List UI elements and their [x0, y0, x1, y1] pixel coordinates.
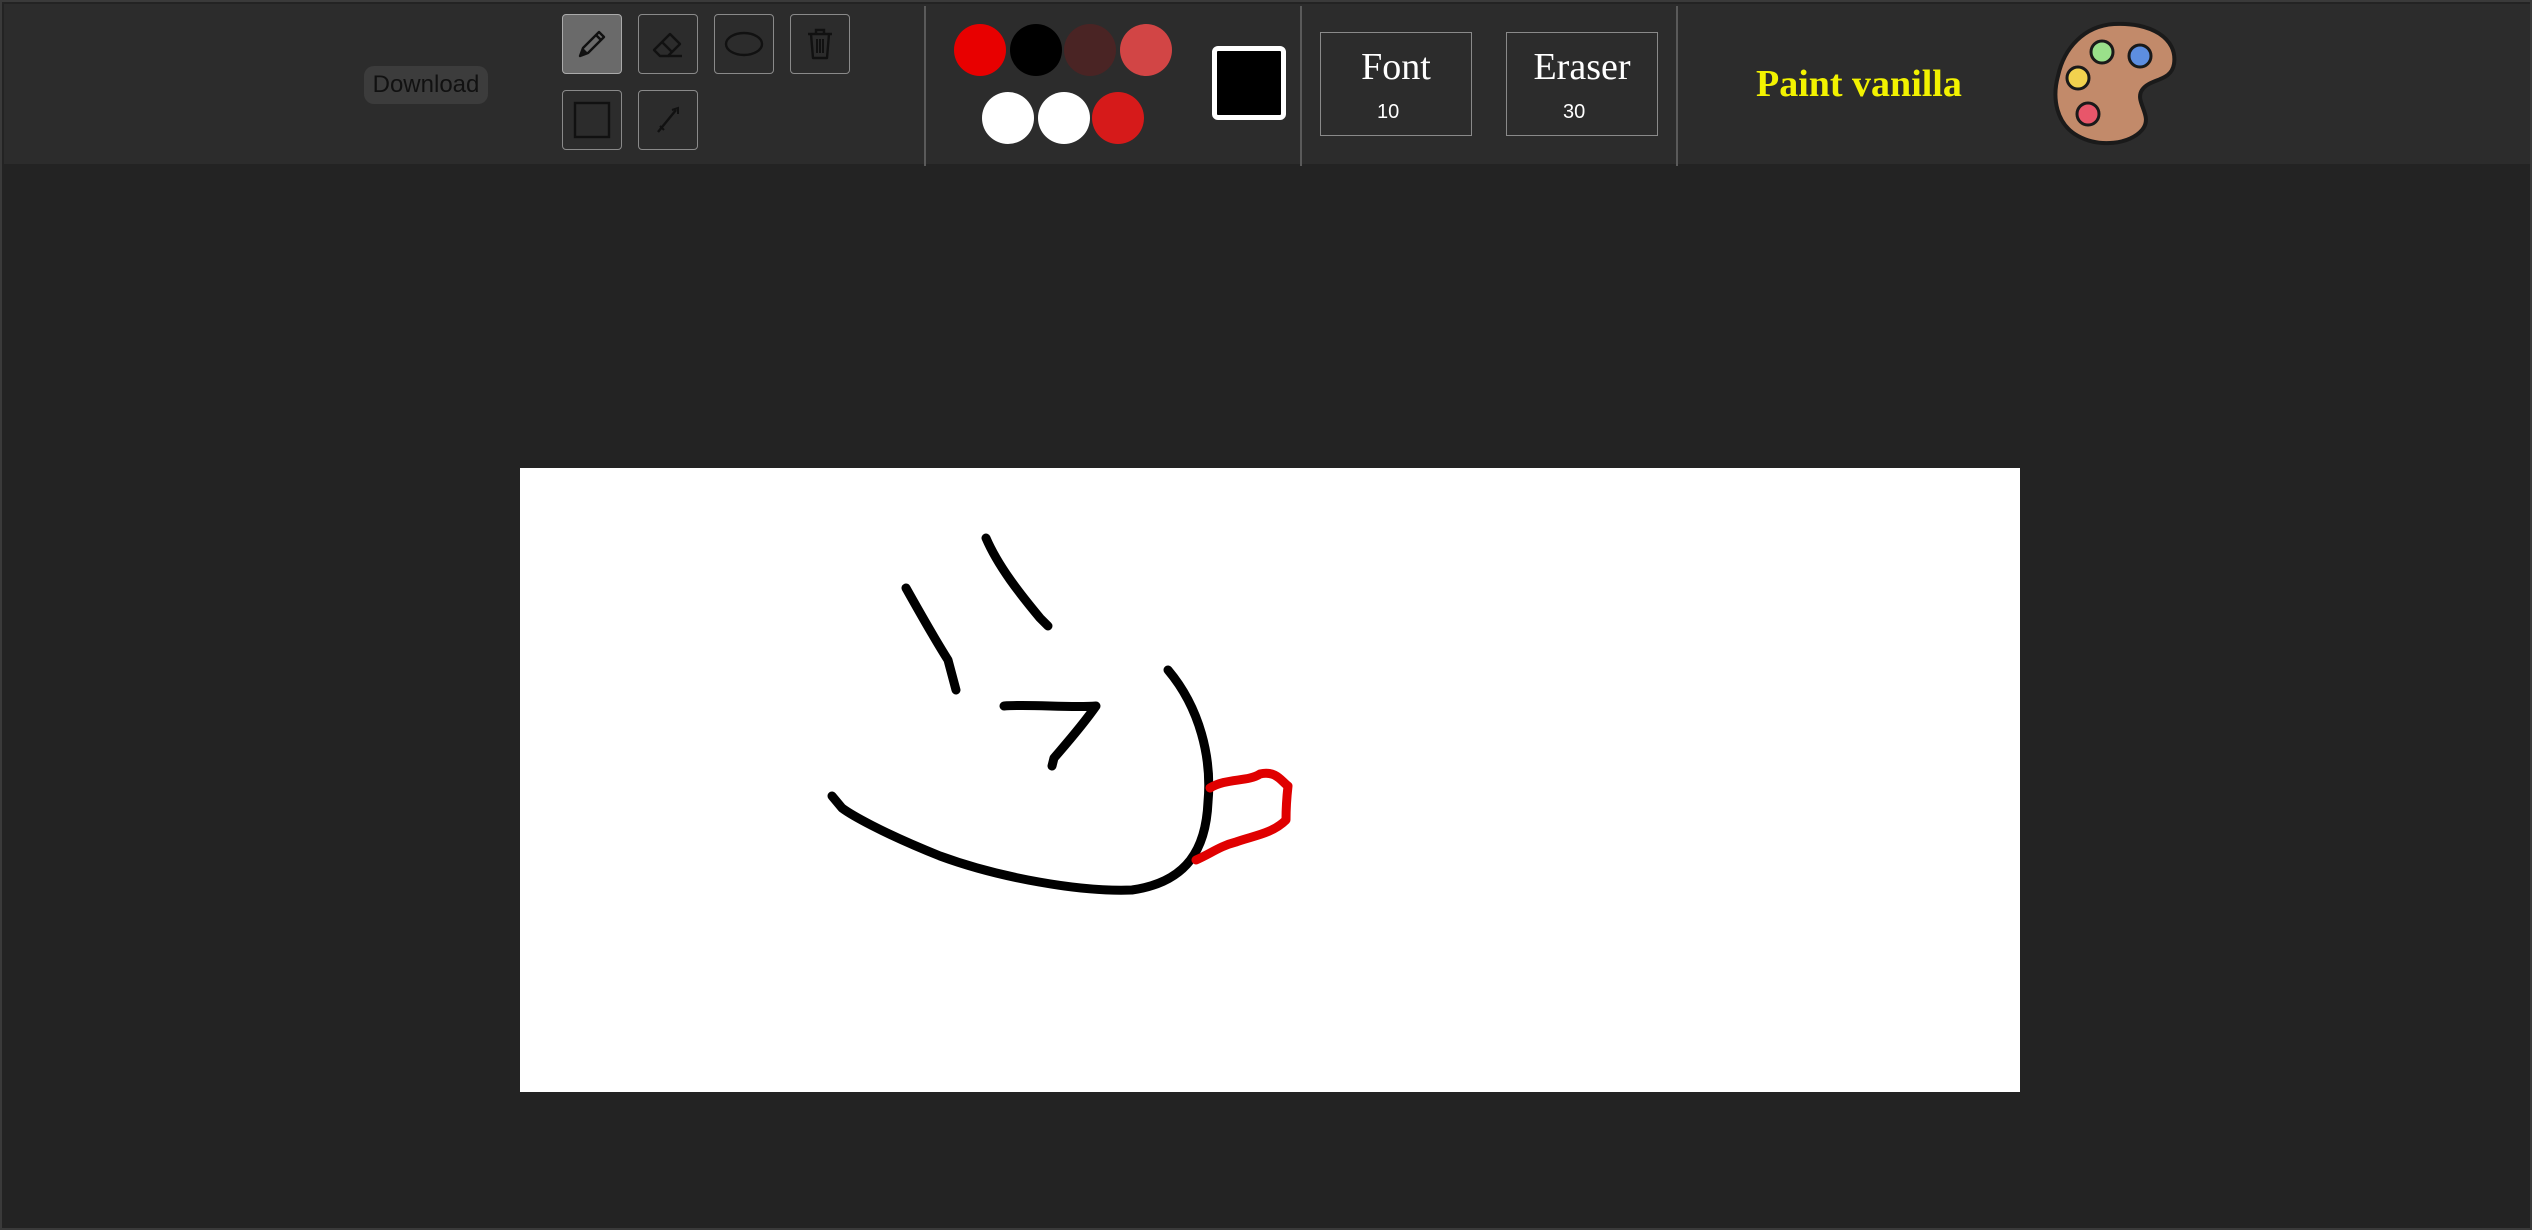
- pencil-icon: [572, 24, 612, 64]
- eraser-size-control[interactable]: Eraser 30: [1506, 32, 1658, 136]
- download-button[interactable]: Download: [364, 66, 488, 104]
- app-title: Paint vanilla: [1756, 63, 1962, 105]
- eraser-size-label: Eraser: [1533, 46, 1631, 88]
- clear-canvas-button[interactable]: [790, 14, 850, 74]
- paint-app: Download Font 10 Eraser 30 Paint vanilla: [0, 0, 2532, 1230]
- eraser-tool-button[interactable]: [638, 14, 698, 74]
- rectangle-tool-button[interactable]: [562, 90, 622, 150]
- ellipse-icon: [722, 24, 766, 64]
- swatch-black[interactable]: [1010, 24, 1062, 76]
- swatch-white[interactable]: [982, 92, 1034, 144]
- swatch-light-red[interactable]: [1120, 24, 1172, 76]
- black-stroke: [901, 583, 961, 695]
- ellipse-tool-button[interactable]: [714, 14, 774, 74]
- black-stroke: [999, 700, 1101, 771]
- swatch-white-2[interactable]: [1038, 92, 1090, 144]
- toolbar-divider: [1300, 6, 1302, 166]
- black-stroke: [981, 533, 1053, 631]
- palette-logo-icon: [2050, 20, 2180, 155]
- toolbar-divider: [924, 6, 926, 166]
- font-size-value: 10: [1377, 101, 1400, 123]
- eraser-size-value: 30: [1563, 101, 1586, 123]
- swatch-dark-maroon[interactable]: [1064, 24, 1116, 76]
- square-icon: [572, 100, 612, 140]
- current-color-picker[interactable]: [1212, 46, 1286, 120]
- toolbar: Download Font 10 Eraser 30 Paint vanilla: [4, 4, 2530, 166]
- trash-icon: [800, 24, 840, 64]
- toolbar-divider: [1676, 6, 1678, 166]
- font-size-label: Font: [1361, 46, 1431, 88]
- eraser-icon: [648, 24, 688, 64]
- drawing-canvas[interactable]: [520, 468, 2020, 1092]
- font-size-control[interactable]: Font 10: [1320, 32, 1472, 136]
- swatch-red[interactable]: [954, 24, 1006, 76]
- swatch-crimson[interactable]: [1092, 92, 1144, 144]
- line-tool-button[interactable]: [638, 90, 698, 150]
- pen-nib-icon: [648, 100, 688, 140]
- pencil-tool-button[interactable]: [562, 14, 622, 74]
